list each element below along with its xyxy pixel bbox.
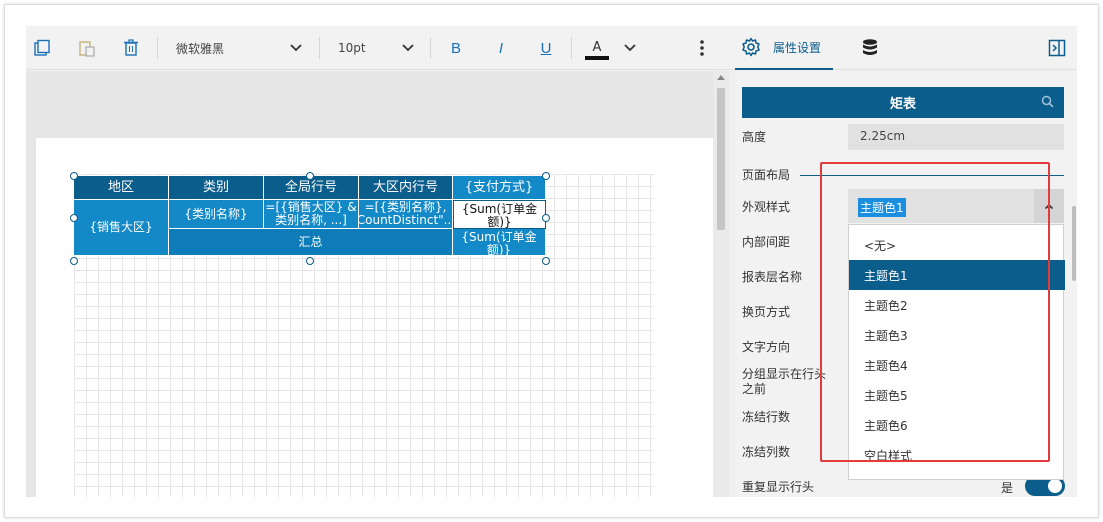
design-canvas[interactable]: 地区 类别 全局行号 大区内行号 {支付方式} {销售大区} {类别名称} =[… (26, 71, 713, 497)
resize-handle[interactable] (542, 214, 550, 222)
chevron-down-icon[interactable] (622, 26, 638, 70)
panel-scrollbar[interactable] (1072, 206, 1076, 281)
underline-button[interactable]: U (536, 26, 556, 70)
font-color-button[interactable]: A (584, 26, 610, 70)
sum-cell[interactable]: {Sum(订单金额)} (453, 229, 546, 256)
table-header-cell[interactable]: {支付方式} (453, 176, 546, 200)
region-row-cell[interactable]: =[{类别名称}, "CountDistinct"...] (359, 200, 453, 229)
gear-icon (741, 37, 761, 57)
appearance-style-label: 外观样式 (742, 200, 791, 214)
height-label: 高度 (742, 130, 767, 144)
resize-handle[interactable] (70, 214, 78, 222)
global-row-cell[interactable]: =[{销售大区} & 类别名称, ...] (264, 200, 359, 229)
resize-handle[interactable] (306, 257, 314, 265)
tab-properties-label: 属性设置 (773, 40, 822, 55)
resize-handle[interactable] (542, 257, 550, 265)
italic-button[interactable]: I (491, 26, 511, 70)
resize-handle[interactable] (70, 257, 78, 265)
resize-handle[interactable] (70, 172, 78, 180)
table-header-cell[interactable]: 地区 (74, 176, 169, 200)
padding-label: 内部间距 (742, 235, 791, 249)
toggle-knob (1048, 479, 1062, 493)
panel-tabs: 属性设置 (735, 26, 1077, 70)
font-name-select[interactable]: 微软雅黑 (176, 26, 238, 70)
chevron-down-icon[interactable] (288, 26, 304, 70)
copy-icon[interactable] (28, 26, 56, 70)
repeat-header-label: 重复显示行头 (742, 480, 815, 494)
repeat-header-value: 是 (1001, 481, 1014, 495)
font-color-letter: A (592, 39, 602, 55)
height-input[interactable]: 2.25cm (848, 124, 1064, 150)
tab-properties[interactable]: 属性设置 (735, 26, 833, 70)
category-cell[interactable]: {类别名称} (169, 200, 264, 229)
highlight-annotation-box (820, 162, 1050, 462)
bold-button[interactable]: B (446, 26, 466, 70)
total-cell[interactable]: 汇总 (169, 229, 453, 256)
sum-cell[interactable]: {Sum(订单金额)} (453, 200, 546, 229)
freeze-rows-label: 冻结行数 (742, 410, 791, 424)
toolbar-separator (157, 37, 158, 59)
scroll-up-icon[interactable] (717, 75, 725, 80)
toolbar-separator (430, 37, 431, 59)
font-size-select[interactable]: 10pt (338, 26, 378, 70)
page-layout-section: 页面布局 (742, 168, 791, 182)
chevron-down-icon[interactable] (400, 26, 416, 70)
screenshot-frame: 微软雅黑 10pt B I U A 属性设置 地区 类别 全局行号 大区内行号 … (4, 4, 1099, 518)
tab-data[interactable] (855, 26, 885, 70)
toolbar-separator (319, 37, 320, 59)
delete-icon[interactable] (117, 26, 145, 70)
matrix-selector-button[interactable]: 矩表 (742, 87, 1064, 118)
layer-name-label: 报表层名称 (742, 270, 803, 284)
toolbar: 微软雅黑 10pt B I U A 属性设置 (26, 26, 1077, 70)
font-color-swatch (585, 55, 609, 60)
resize-handle[interactable] (306, 172, 314, 180)
page-break-label: 换页方式 (742, 305, 791, 319)
table-header-cell[interactable]: 大区内行号 (359, 176, 453, 200)
toolbar-separator (571, 37, 572, 59)
search-icon[interactable] (1041, 95, 1054, 108)
table-header-cell[interactable]: 类别 (169, 176, 264, 200)
more-vertical-icon[interactable] (694, 26, 710, 70)
collapse-panel-icon[interactable] (1045, 26, 1069, 70)
resize-handle[interactable] (542, 172, 550, 180)
freeze-columns-label: 冻结列数 (742, 445, 791, 459)
text-direction-label: 文字方向 (742, 340, 791, 354)
matrix-button-label: 矩表 (889, 97, 916, 112)
paste-icon[interactable] (73, 26, 101, 70)
canvas-scrollbar[interactable] (713, 71, 729, 497)
scrollbar-thumb[interactable] (717, 88, 725, 230)
region-cell[interactable]: {销售大区} (74, 200, 169, 256)
database-icon (861, 38, 879, 58)
